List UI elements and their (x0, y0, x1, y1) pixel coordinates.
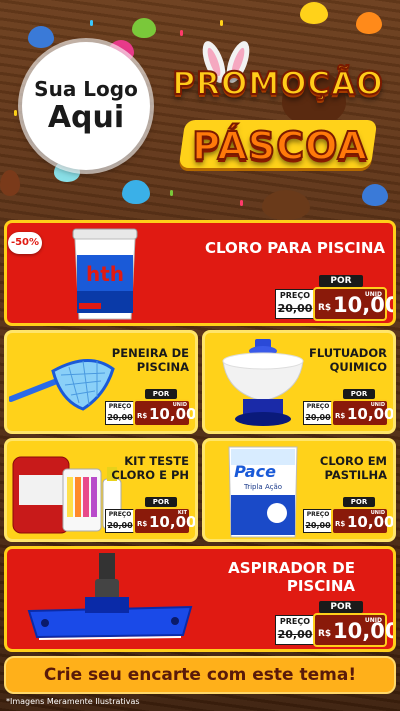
old-price-value: 20,00 (305, 413, 331, 422)
sprinkle-decoration (180, 30, 183, 36)
old-price: PREÇO 20,00 (275, 289, 315, 319)
sprinkle-decoration (90, 20, 93, 26)
sprinkle-decoration (14, 110, 17, 116)
new-price: R$ 10,00 UNID (313, 287, 393, 321)
discount-badge: -50% (8, 232, 42, 254)
old-price: PREÇO 20,00 (303, 401, 333, 425)
product-name: CLORO PARA PISCINA (204, 239, 385, 257)
pool-vacuum-head-icon (27, 553, 193, 640)
por-label: POR (343, 389, 375, 399)
product-card-peneira[interactable]: PENEIRA DE PISCINA POR PREÇO 20,00 R$ 10… (4, 330, 198, 434)
easter-egg-decoration (0, 170, 20, 196)
price-box: POR PREÇO 20,00 R$ 10,00 UNID (275, 601, 393, 649)
old-price-value: 20,00 (107, 413, 133, 422)
product-card-kit-teste[interactable]: KIT TESTE CLORO E PH POR PREÇO 20,00 R$ … (4, 438, 198, 542)
svg-text:hth: hth (86, 262, 124, 286)
logo-line1: Sua Logo (34, 77, 138, 101)
easter-egg-decoration (356, 12, 382, 34)
product-name: FLUTUADOR QUIMICO (308, 346, 387, 374)
sprinkle-decoration (170, 190, 173, 196)
product-name: KIT TESTE CLORO E PH (111, 454, 189, 482)
product-name: ASPIRADOR DE PISCINA (228, 559, 355, 595)
promo-title: PROMOÇÃO (171, 65, 384, 103)
logo-line2: Aqui (47, 100, 125, 135)
new-price: R$ 10,00 UNID (331, 399, 393, 427)
svg-text:Pace: Pace (234, 462, 276, 481)
por-label: POR (343, 497, 375, 507)
chemical-floater-icon (222, 339, 304, 426)
product-name: CLORO EM PASTILHA (319, 454, 387, 482)
new-price: R$ 10,00 KIT (133, 507, 195, 535)
price-box: POR PREÇO 20,00 R$ 10,00 UNID (275, 275, 393, 323)
product-card-aspirador[interactable]: ASPIRADOR DE PISCINA POR PREÇO 20,00 R$ … (4, 546, 396, 652)
product-card-cloro[interactable]: hth CLORO PARA PISCINA POR PREÇO 20,00 R… (4, 220, 396, 326)
easter-egg-decoration (362, 184, 388, 206)
easter-egg-decoration (28, 26, 54, 48)
por-label: POR (145, 497, 177, 507)
easter-egg-decoration (122, 180, 150, 204)
old-price-value: 20,00 (277, 628, 313, 641)
new-price: R$ 10,00 UNID (331, 507, 393, 535)
chlorine-tablet-bag-icon: Pace Tripla Ação (228, 446, 298, 538)
sprinkle-decoration (240, 200, 243, 206)
pool-skimmer-net-icon (9, 359, 115, 411)
product-name: PENEIRA DE PISCINA (111, 346, 189, 374)
easter-egg-decoration (300, 2, 328, 24)
por-label: POR (319, 601, 363, 613)
price-box: POR PREÇO 20,00 R$ 10,00 KIT (105, 497, 195, 537)
sprinkle-decoration (220, 20, 223, 26)
cta-button[interactable]: Crie seu encarte com este tema! (4, 656, 396, 694)
old-price: PREÇO 20,00 (105, 509, 135, 533)
product-card-flutuador[interactable]: FLUTUADOR QUIMICO POR PREÇO 20,00 R$ 10,… (202, 330, 396, 434)
por-label: POR (319, 275, 363, 287)
easter-egg-decoration (132, 18, 156, 38)
easter-egg-decoration (262, 190, 310, 220)
old-price-value: 20,00 (107, 521, 133, 530)
por-label: POR (145, 389, 177, 399)
footnote: *Imagens Meramente Ilustrativas (6, 697, 140, 706)
old-price-value: 20,00 (305, 521, 331, 530)
promo-subtitle: PÁSCOA (191, 123, 368, 169)
new-price: R$ 10,00 UNID (313, 613, 393, 647)
chlorine-bucket-icon: hth (72, 228, 138, 320)
price-box: POR PREÇO 20,00 R$ 10,00 UNID (105, 389, 195, 429)
old-price: PREÇO 20,00 (275, 615, 315, 645)
svg-text:Tripla Ação: Tripla Ação (243, 483, 282, 491)
price-box: POR PREÇO 20,00 R$ 10,00 UNID (303, 389, 393, 429)
logo-placeholder: Sua Logo Aqui (22, 42, 150, 170)
old-price: PREÇO 20,00 (105, 401, 135, 425)
old-price: PREÇO 20,00 (303, 509, 333, 533)
price-box: POR PREÇO 20,00 R$ 10,00 UNID (303, 497, 393, 537)
product-card-pastilha[interactable]: Pace Tripla Ação CLORO EM PASTILHA POR P… (202, 438, 396, 542)
old-price-value: 20,00 (277, 302, 313, 315)
new-price-value: 10,00 (149, 513, 197, 531)
new-price: R$ 10,00 UNID (133, 399, 195, 427)
